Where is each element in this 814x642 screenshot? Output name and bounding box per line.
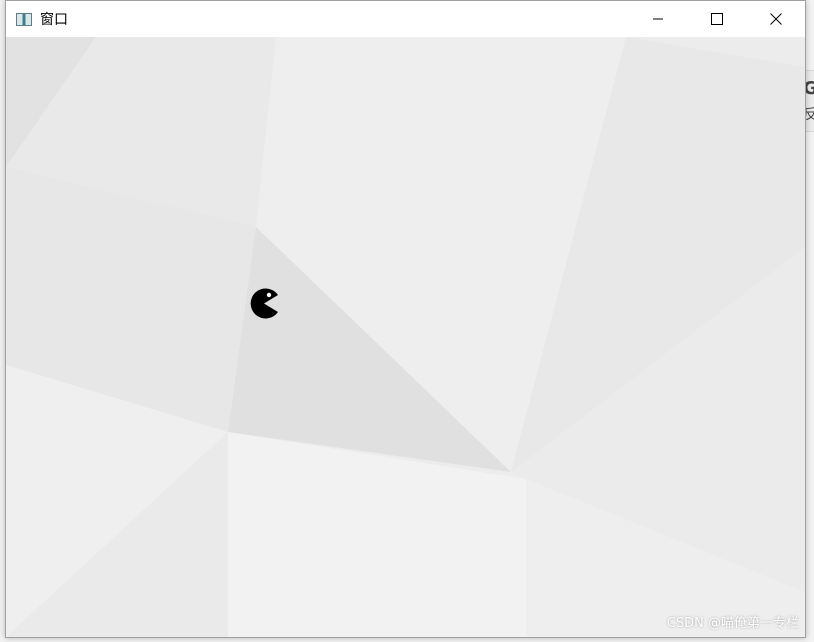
- maximize-icon: [710, 13, 723, 25]
- minimize-icon: [652, 18, 663, 20]
- background-polygons: [6, 37, 805, 637]
- close-icon: [769, 13, 782, 25]
- title-bar[interactable]: 窗口: [6, 1, 805, 37]
- game-canvas[interactable]: CSDN @喵俺第一专栏: [6, 37, 805, 637]
- close-button[interactable]: [746, 1, 805, 37]
- pacman-eye: [266, 292, 272, 298]
- maximize-button[interactable]: [687, 1, 746, 37]
- window-controls: [628, 1, 805, 37]
- pacman-sprite: [250, 288, 278, 319]
- minimize-button[interactable]: [628, 1, 687, 37]
- app-window-icon: [16, 12, 32, 26]
- app-window: 窗口 CSDN @喵俺第一专栏: [5, 0, 806, 638]
- window-title: 窗口: [40, 12, 68, 28]
- watermark-text: CSDN @喵俺第一专栏: [666, 616, 799, 631]
